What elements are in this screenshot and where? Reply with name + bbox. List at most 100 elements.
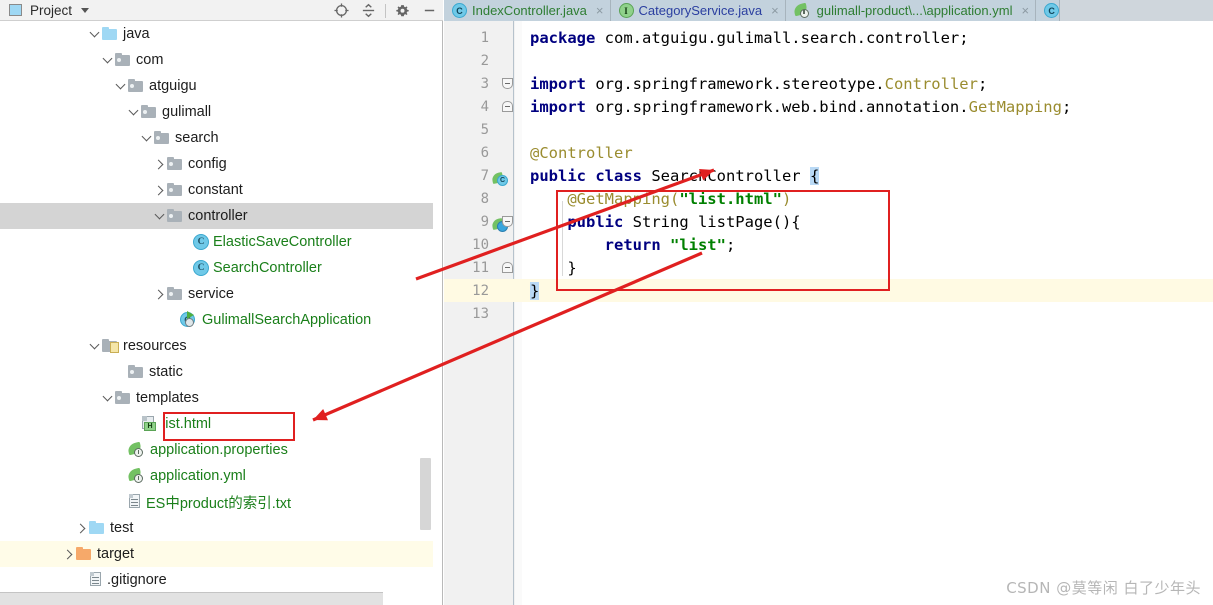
code-fold-toggle[interactable] bbox=[502, 262, 513, 273]
close-icon[interactable]: × bbox=[771, 4, 779, 17]
editor-tab-categoryservice-java[interactable]: I CategoryService.java × bbox=[610, 0, 786, 21]
tree-item-java[interactable]: java bbox=[0, 21, 433, 47]
tree-item-label: java bbox=[123, 26, 150, 42]
project-scrollbar-thumb[interactable] bbox=[420, 458, 431, 530]
chevron-right-icon[interactable] bbox=[151, 289, 167, 299]
package-folder-icon bbox=[167, 287, 184, 301]
tree-item-label: gulimall bbox=[162, 104, 212, 120]
chevron-right-icon[interactable] bbox=[151, 185, 167, 195]
collapse-all-icon[interactable] bbox=[355, 0, 382, 21]
package-folder-icon bbox=[128, 365, 145, 379]
gear-icon[interactable] bbox=[389, 0, 416, 21]
spring-config-icon bbox=[792, 2, 812, 19]
editor-tab-bar[interactable]: C IndexController.java × I CategoryService.j… bbox=[444, 0, 1213, 21]
chevron-down-icon[interactable] bbox=[151, 209, 167, 220]
project-title-group[interactable]: Project bbox=[0, 3, 90, 18]
chevron-right-icon[interactable] bbox=[73, 523, 89, 533]
chevron-down-icon[interactable] bbox=[125, 105, 141, 116]
line-number: 2 bbox=[480, 52, 489, 69]
editor-tab-partial[interactable]: C bbox=[1036, 0, 1061, 21]
text-file-icon bbox=[89, 572, 103, 588]
tree-item-static[interactable]: static bbox=[0, 359, 433, 385]
tree-item-controller[interactable]: controller bbox=[0, 203, 433, 229]
project-scrollbar-track[interactable] bbox=[420, 21, 437, 605]
code-line-8[interactable]: 8 @GetMapping("list.html") bbox=[444, 187, 1213, 210]
editor-tab-gulimall-product-application-yml[interactable]: gulimall-product\...\application.yml × bbox=[785, 0, 1037, 21]
code-line-5[interactable]: 5 bbox=[444, 118, 1213, 141]
tree-item-atguigu[interactable]: atguigu bbox=[0, 73, 433, 99]
line-number: 3 bbox=[480, 75, 489, 92]
tree-item-list-html[interactable]: Hlist.html bbox=[0, 411, 433, 437]
code-text: import org.springframework.stereotype.Co… bbox=[530, 74, 988, 93]
tree-item-constant[interactable]: constant bbox=[0, 177, 433, 203]
minimize-icon[interactable] bbox=[416, 0, 443, 21]
chevron-down-icon[interactable] bbox=[86, 27, 102, 38]
chevron-down-icon[interactable] bbox=[138, 131, 154, 142]
code-line-10[interactable]: 10 return "list"; bbox=[444, 233, 1213, 256]
tree-item-resources[interactable]: resources bbox=[0, 333, 433, 359]
toolbar-divider bbox=[385, 3, 386, 18]
code-line-11[interactable]: 11 } bbox=[444, 256, 1213, 279]
code-fold-toggle[interactable] bbox=[502, 216, 513, 227]
tree-item-templates[interactable]: templates bbox=[0, 385, 433, 411]
tree-item-service[interactable]: service bbox=[0, 281, 433, 307]
tree-item-elasticsavecontroller[interactable]: C ElasticSaveController bbox=[0, 229, 433, 255]
chevron-right-icon[interactable] bbox=[151, 159, 167, 169]
package-folder-icon bbox=[167, 157, 184, 171]
chevron-down-icon[interactable] bbox=[81, 7, 90, 13]
editor-tab-label: CategoryService.java bbox=[638, 3, 763, 18]
spring-class-gutter-icon[interactable]: C bbox=[491, 171, 509, 187]
code-editor[interactable]: 1 package com.atguigu.gulimall.search.con… bbox=[444, 21, 1213, 605]
tree-item-application-properties[interactable]: application.properties bbox=[0, 437, 433, 463]
tree-item-searchcontroller[interactable]: C SearchController bbox=[0, 255, 433, 281]
close-icon[interactable]: × bbox=[1021, 4, 1029, 17]
folder-icon bbox=[102, 27, 119, 41]
tree-item-label: atguigu bbox=[149, 78, 197, 94]
code-fold-toggle[interactable] bbox=[502, 78, 513, 89]
chevron-down-icon[interactable] bbox=[99, 391, 115, 402]
tree-item-label: com bbox=[136, 52, 164, 68]
code-line-7[interactable]: 7 Cpublic class SearchController { bbox=[444, 164, 1213, 187]
tree-item-target[interactable]: target bbox=[0, 541, 433, 567]
package-folder-icon bbox=[154, 131, 171, 145]
tree-item-com[interactable]: com bbox=[0, 47, 433, 73]
tree-item-es-product-txt[interactable]: ES中product的索引.txt bbox=[0, 489, 433, 515]
code-line-9[interactable]: 9 public String listPage(){ bbox=[444, 210, 1213, 233]
tree-item-label: ES中product的索引.txt bbox=[146, 495, 292, 512]
project-tree[interactable]: java com atguigu gulimall search config consta… bbox=[0, 21, 433, 605]
tree-item-label: SearchController bbox=[213, 260, 322, 276]
tree-item-label: search bbox=[175, 130, 219, 146]
close-icon[interactable]: × bbox=[596, 4, 604, 17]
chevron-down-icon[interactable] bbox=[86, 339, 102, 350]
code-fold-toggle[interactable] bbox=[502, 101, 513, 112]
line-number: 11 bbox=[472, 259, 489, 276]
code-line-1[interactable]: 1 package com.atguigu.gulimall.search.con… bbox=[444, 26, 1213, 49]
tree-item-gulimallsearchapplication[interactable]: CGulimallSearchApplication bbox=[0, 307, 433, 333]
tree-item-test[interactable]: test bbox=[0, 515, 433, 541]
editor-tab-indexcontroller-java[interactable]: C IndexController.java × bbox=[444, 0, 611, 21]
tree-item-search[interactable]: search bbox=[0, 125, 433, 151]
code-line-2[interactable]: 2 bbox=[444, 49, 1213, 72]
package-folder-icon bbox=[167, 183, 184, 197]
tree-item-label: list.html bbox=[162, 416, 212, 432]
tree-item--gitignore[interactable]: .gitignore bbox=[0, 567, 433, 593]
chevron-down-icon[interactable] bbox=[99, 53, 115, 64]
tree-item-label: templates bbox=[136, 390, 199, 406]
tree-item-gulimall[interactable]: gulimall bbox=[0, 99, 433, 125]
code-line-12[interactable]: 12} bbox=[444, 279, 1213, 302]
code-line-4[interactable]: 4 import org.springframework.web.bind.ann… bbox=[444, 95, 1213, 118]
code-line-6[interactable]: 6 @Controller bbox=[444, 141, 1213, 164]
locate-target-icon[interactable] bbox=[328, 0, 355, 21]
editor-tab-label: IndexController.java bbox=[472, 3, 587, 18]
java-class-icon: C bbox=[1044, 3, 1060, 18]
tree-item-application-yml[interactable]: application.yml bbox=[0, 463, 433, 489]
java-class-icon: C bbox=[193, 234, 209, 250]
chevron-right-icon[interactable] bbox=[60, 549, 76, 559]
code-line-3[interactable]: 3 import org.springframework.stereotype.C… bbox=[444, 72, 1213, 95]
code-line-13[interactable]: 13 bbox=[444, 302, 1213, 325]
line-number: 13 bbox=[472, 305, 489, 322]
chevron-down-icon[interactable] bbox=[112, 79, 128, 90]
tree-item-label: controller bbox=[188, 208, 248, 224]
tree-item-config[interactable]: config bbox=[0, 151, 433, 177]
code-text: public String listPage(){ bbox=[530, 212, 801, 231]
